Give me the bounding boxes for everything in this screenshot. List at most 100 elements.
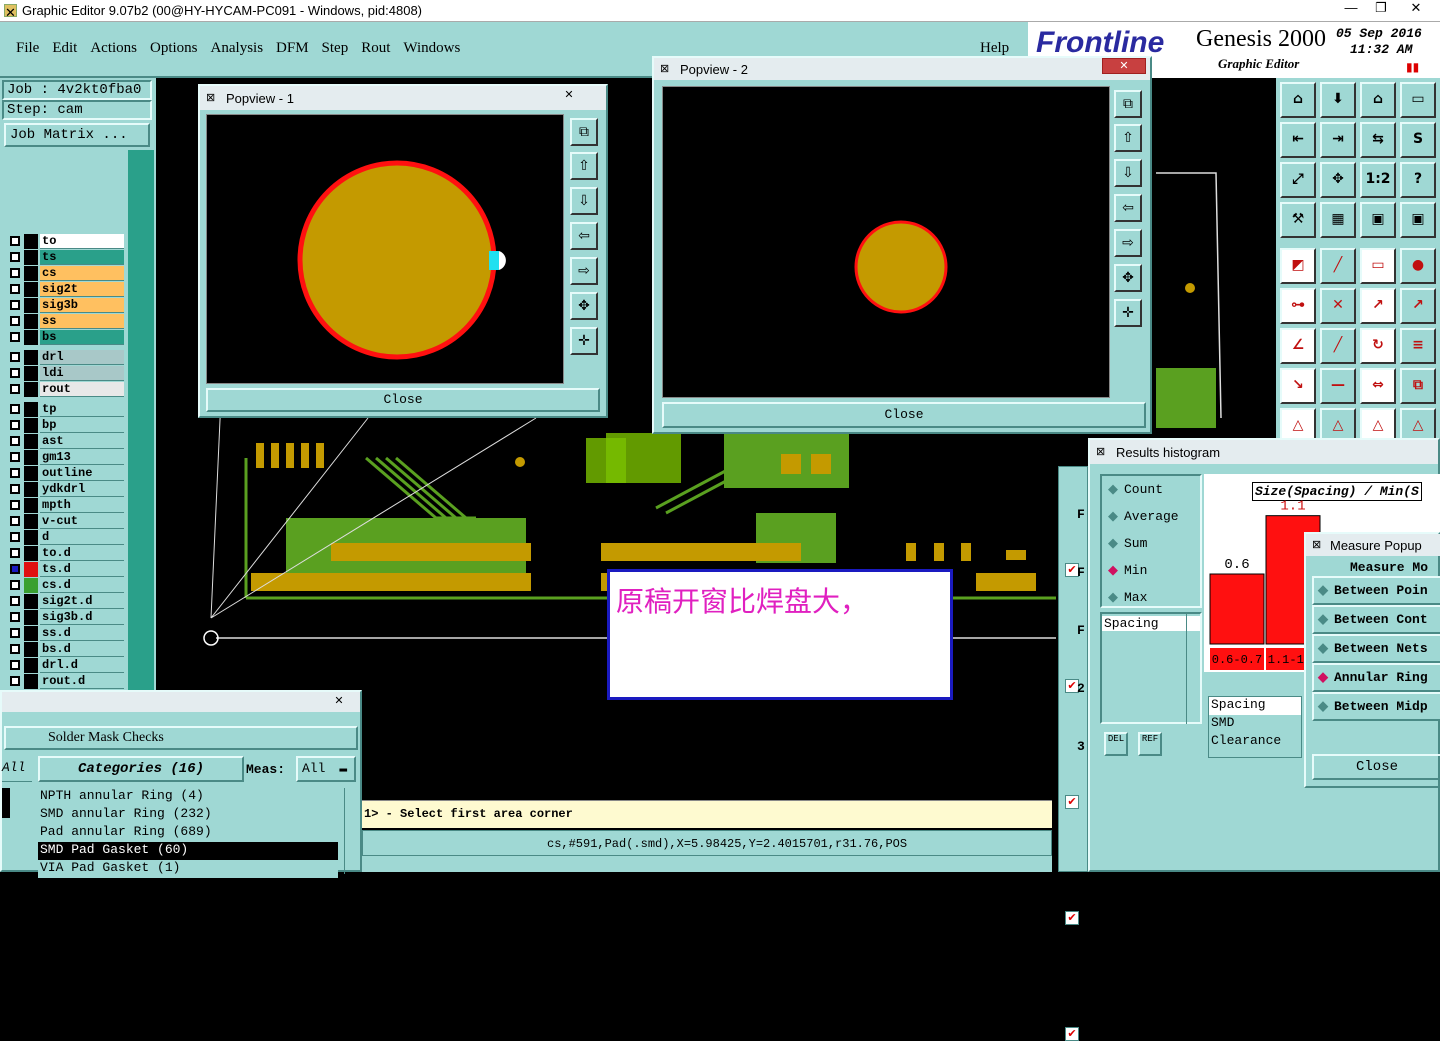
- layer-row[interactable]: ydkdrl: [8, 482, 124, 497]
- layer-checkbox[interactable]: [10, 452, 20, 462]
- measure-close-button[interactable]: Close: [1312, 754, 1440, 780]
- layer-checkbox[interactable]: [10, 596, 20, 606]
- histogram-bar[interactable]: [1209, 573, 1265, 645]
- layer-checkbox[interactable]: [10, 384, 20, 394]
- layer-checkbox[interactable]: [10, 236, 20, 246]
- layer-row[interactable]: rout: [8, 382, 124, 397]
- close-icon[interactable]: ✕: [558, 88, 580, 104]
- chip-icon[interactable]: ▣: [1360, 202, 1396, 238]
- layer-row[interactable]: to: [8, 234, 124, 249]
- pan-left-icon[interactable]: ⇦: [1114, 194, 1142, 222]
- ruler-icon[interactable]: ▭: [1360, 248, 1396, 284]
- layer-checkbox[interactable]: [10, 300, 20, 310]
- minimize-button[interactable]: —: [1336, 0, 1366, 20]
- layer-row[interactable]: sig2t: [8, 282, 124, 297]
- layer-row[interactable]: ss: [8, 314, 124, 329]
- center-icon[interactable]: ✥: [1320, 162, 1356, 198]
- layer-row[interactable]: v-cut: [8, 514, 124, 529]
- layer-row[interactable]: sig3b: [8, 298, 124, 313]
- layer-checkbox[interactable]: [10, 628, 20, 638]
- popview-1-close-button[interactable]: Close: [206, 388, 600, 412]
- help-icon[interactable]: ?: [1400, 162, 1436, 198]
- tools-icon[interactable]: ⚒: [1280, 202, 1316, 238]
- scale-icon[interactable]: 1:2: [1360, 162, 1396, 198]
- slash-icon[interactable]: ╱: [1320, 328, 1356, 364]
- category-scrollbar[interactable]: [344, 788, 358, 874]
- layer-row[interactable]: ast: [8, 434, 124, 449]
- pad-icon[interactable]: ●: [1400, 248, 1436, 284]
- rotate-icon[interactable]: ↻: [1360, 328, 1396, 364]
- pan-left-icon[interactable]: ⇦: [570, 222, 598, 250]
- layer-row[interactable]: cs.d: [8, 578, 124, 593]
- layer-checkbox[interactable]: [10, 580, 20, 590]
- layer-checkbox[interactable]: [10, 564, 20, 574]
- window-icon[interactable]: ▭: [1400, 82, 1436, 118]
- layer-row[interactable]: drl.d: [8, 658, 124, 673]
- category-item[interactable]: Pad annular Ring (689): [38, 824, 338, 842]
- measure-icon[interactable]: ↗: [1360, 288, 1396, 324]
- popview-2-canvas[interactable]: [662, 86, 1110, 398]
- job-matrix-button[interactable]: Job Matrix ...: [4, 123, 150, 147]
- layer-row[interactable]: bs.d: [8, 642, 124, 657]
- layer-checkbox[interactable]: [10, 332, 20, 342]
- layer-row[interactable]: sig2t.d: [8, 594, 124, 609]
- menu-windows[interactable]: Windows: [403, 40, 460, 56]
- help-menu[interactable]: Help: [980, 40, 1009, 57]
- option-sum[interactable]: ◆ Sum: [1102, 530, 1200, 557]
- measure-mode-item[interactable]: ◆ Between Midp: [1312, 692, 1440, 721]
- layer-row[interactable]: tp: [8, 402, 124, 417]
- type-item[interactable]: SMD: [1209, 715, 1301, 733]
- measure-mode-item[interactable]: ◆ Between Nets: [1312, 634, 1440, 663]
- layer-checkbox[interactable]: [10, 484, 20, 494]
- layer-row[interactable]: drl: [8, 350, 124, 365]
- layer-checkbox[interactable]: [10, 316, 20, 326]
- menu-options[interactable]: Options: [150, 40, 198, 56]
- zoom-out-icon[interactable]: ✛: [570, 327, 598, 355]
- flag-icon[interactable]: ≡: [1400, 328, 1436, 364]
- layer-checkbox[interactable]: [10, 676, 20, 686]
- layer-row[interactable]: cs: [8, 266, 124, 281]
- category-item[interactable]: SMD annular Ring (232): [38, 806, 338, 824]
- layer-checkbox[interactable]: [10, 532, 20, 542]
- del-button[interactable]: DEL: [1104, 732, 1128, 756]
- side-check-icon[interactable]: ✔: [1065, 795, 1079, 809]
- side-check-icon[interactable]: ✔: [1065, 1027, 1079, 1041]
- zoom-in-icon[interactable]: ✥: [570, 292, 598, 320]
- layer-row[interactable]: outline: [8, 466, 124, 481]
- close-button[interactable]: ✕: [1396, 0, 1436, 20]
- layer-row[interactable]: ts.d: [8, 562, 124, 577]
- layer-checkbox[interactable]: [10, 436, 20, 446]
- type-item[interactable]: Clearance: [1209, 733, 1301, 751]
- layer-row[interactable]: gm13: [8, 450, 124, 465]
- home-icon[interactable]: ⌂: [1280, 82, 1316, 118]
- layer-row[interactable]: rout.d: [8, 674, 124, 689]
- close-icon[interactable]: ✕: [1102, 58, 1146, 74]
- layer-row[interactable]: ldi: [8, 366, 124, 381]
- redo-icon[interactable]: ⇥: [1320, 122, 1356, 158]
- meas-select[interactable]: All ▬: [296, 756, 356, 782]
- arrow-icon[interactable]: ↗: [1400, 288, 1436, 324]
- snap-icon[interactable]: ◩: [1280, 248, 1316, 284]
- measure-mode-item[interactable]: ◆ Between Cont: [1312, 605, 1440, 634]
- layer-checkbox[interactable]: [10, 660, 20, 670]
- layer-row[interactable]: bs: [8, 330, 124, 345]
- menu-rout[interactable]: Rout: [361, 40, 390, 56]
- pan-down-icon[interactable]: ⇩: [570, 187, 598, 215]
- zoom-fit-icon[interactable]: ⧉: [1114, 90, 1142, 118]
- option-average[interactable]: ◆ Average: [1102, 503, 1200, 530]
- menu-edit[interactable]: Edit: [52, 40, 77, 56]
- chip-alt-icon[interactable]: ▣: [1400, 202, 1436, 238]
- layer-checkbox[interactable]: [10, 252, 20, 262]
- option-min[interactable]: ◆ Min: [1102, 557, 1200, 584]
- layer-row[interactable]: bp: [8, 418, 124, 433]
- popview-2-close-button[interactable]: Close: [662, 402, 1146, 428]
- layer-row[interactable]: ts: [8, 250, 124, 265]
- s-curve-icon[interactable]: S: [1400, 122, 1436, 158]
- categories-header[interactable]: Categories (16): [38, 756, 244, 782]
- layer-checkbox[interactable]: [10, 368, 20, 378]
- swap-icon[interactable]: ⇆: [1360, 122, 1396, 158]
- layer-row[interactable]: ss.d: [8, 626, 124, 641]
- node-icon[interactable]: ↘: [1280, 368, 1316, 404]
- category-item[interactable]: SMD Pad Gasket (60): [38, 842, 338, 860]
- list-scrollbar[interactable]: [1186, 612, 1200, 724]
